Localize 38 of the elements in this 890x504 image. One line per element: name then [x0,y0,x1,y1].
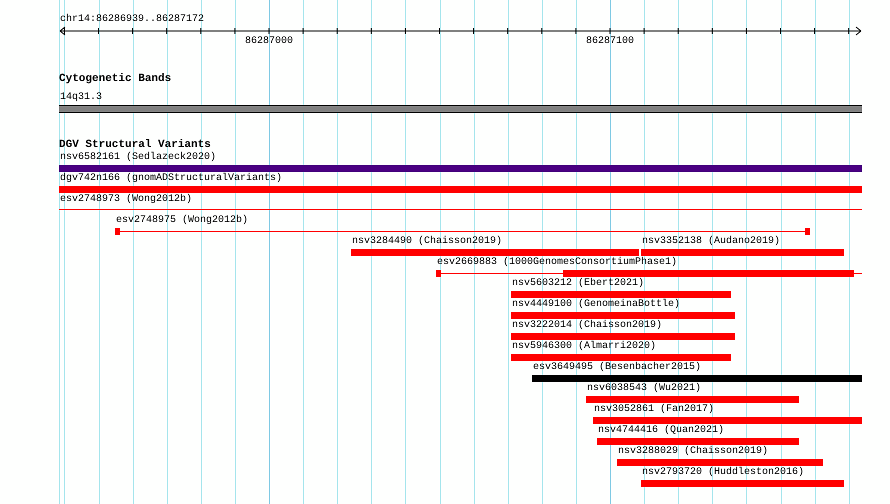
variant-label[interactable]: nsv3052861 (Fan2017) [594,404,714,416]
variant-bar[interactable] [532,375,862,382]
variant-label[interactable]: nsv5603212 (Ebert2021) [512,278,644,290]
variant-label[interactable]: esv2748975 (Wong2012b) [116,215,248,227]
tick-label: 86287100 [586,36,634,48]
variant-label[interactable]: dgv742n166 (gnomADStructuralVariants) [60,173,282,185]
variant-label[interactable]: nsv4449100 (GenomeinaBottle) [512,299,680,311]
variant-bar[interactable] [511,291,731,298]
band-label: 14q31.3 [60,92,102,104]
variant-bar[interactable] [593,417,862,424]
variant-label[interactable]: nsv5946300 (Almarri2020) [512,341,656,353]
variant-bar[interactable] [511,312,735,319]
variant-bar[interactable] [586,396,799,403]
variant-bar[interactable] [641,480,844,487]
variant-label[interactable]: esv2669883 (1000GenomesConsortiumPhase1) [437,257,678,269]
variant-glyph[interactable] [436,270,862,277]
variant-bar[interactable] [641,249,844,256]
variant-label[interactable]: esv3649495 (Besenbacher2015) [533,362,702,374]
variant-label[interactable]: nsv4744416 (Quan2021) [598,425,724,437]
variant-label[interactable]: nsv3352138 (Audano2019) [642,236,780,248]
variant-label[interactable]: nsv3288029 (Chaisson2019) [618,446,768,458]
track-title: DGV Structural Variants [59,139,211,151]
variant-bar[interactable] [59,186,862,193]
variant-label[interactable]: esv2748973 (Wong2012b) [60,194,192,206]
variant-bar[interactable] [351,249,639,256]
variant-label[interactable]: nsv3284490 (Chaisson2019) [352,236,502,248]
variant-bar[interactable] [511,354,731,361]
variant-bar[interactable] [597,438,799,445]
variant-label[interactable]: nsv6582161 (Sedlazeck2020) [60,152,216,164]
track-title: Cytogenetic Bands [59,73,172,85]
variant-bar[interactable] [617,459,823,466]
variant-label[interactable]: nsv3222014 (Chaisson2019) [512,320,662,332]
variant-label[interactable]: nsv2793720 (Huddleston2016) [642,467,804,479]
variant-bar[interactable] [59,165,862,172]
variant-bar[interactable] [511,333,735,340]
variant-label[interactable]: nsv6038543 (Wu2021) [587,383,702,395]
tick-label: 86287000 [245,36,293,48]
location-label: chr14:86286939..86287172 [60,14,204,26]
